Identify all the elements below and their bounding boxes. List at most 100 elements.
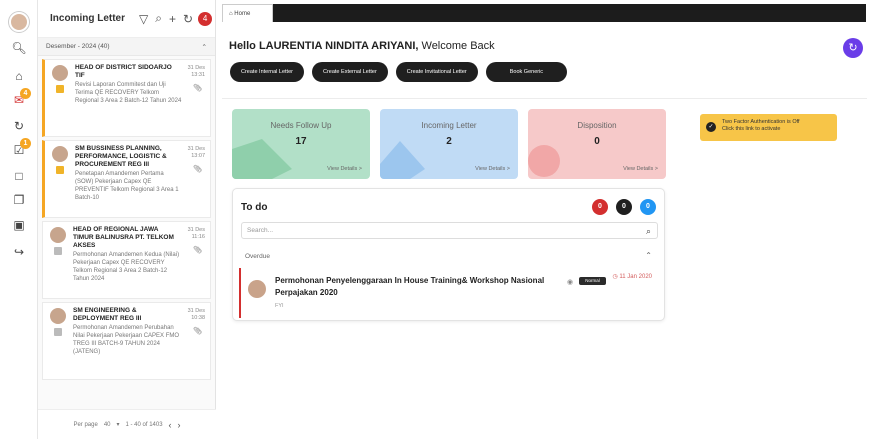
dropdown-icon[interactable]: ▾ [117, 421, 120, 428]
attachment-icon: 📎︎ [193, 85, 202, 92]
letter-icon [56, 85, 64, 93]
next-page-icon[interactable]: › [178, 420, 181, 430]
todo-counters: 0 0 0 [592, 199, 656, 215]
chevron-up-icon[interactable]: ⌃ [645, 251, 652, 260]
archive-icon[interactable]: ▣ [11, 217, 27, 233]
todo-row-title: Permohonan Penyelenggaraan In House Trai… [275, 276, 545, 297]
list-title: Incoming Letter [50, 13, 126, 24]
letter-date: 31 Des 10:38 [187, 308, 205, 321]
letter-date: 31 Des 13:31 [187, 65, 205, 78]
avatar [248, 280, 266, 298]
period-label: Desember - 2024 (40) [46, 43, 110, 50]
avatar [50, 308, 66, 324]
chevron-up-icon: ⌃ [201, 43, 207, 51]
two-factor-alert[interactable]: ✓ Two Factor Authentication is Off Click… [700, 114, 837, 141]
card-title: Disposition [577, 121, 617, 130]
pending-count-badge[interactable]: 0 [616, 199, 632, 215]
avatar [52, 65, 68, 81]
list-item[interactable]: SM ENGINEERING & DEPLOYMENT REG III Perm… [42, 302, 211, 380]
search-icon[interactable]: ⌕ [646, 223, 651, 239]
letter-subject: Penetapan Amandemen Pertama (SOW) Pekerj… [75, 171, 179, 201]
tab-home-label: Home [234, 11, 251, 17]
letter-date: 31 Des 13:07 [187, 146, 205, 159]
tab-home[interactable]: ⌂ Home [222, 4, 273, 22]
period-filter[interactable]: Desember - 2024 (40) ⌃ [38, 38, 215, 56]
tab-strip [273, 4, 866, 22]
letter-subject: Permohonan Amandemen Perubahan Nilai Pek… [73, 325, 180, 355]
todo-title: To do [241, 202, 268, 213]
view-details-link[interactable]: View Details > [327, 166, 362, 172]
user-avatar[interactable] [9, 12, 29, 32]
icon-rail: 🔍︎ ⌂ ✉ 4 ↻ ☑ 1 □ ❐ ▣ ↪ [0, 0, 38, 439]
tab-bar: ⌂ Home [216, 0, 873, 26]
todo-search-input[interactable]: Search... ⌕ [241, 222, 658, 239]
avatar [52, 146, 68, 162]
letter-icon [56, 166, 64, 174]
view-details-link[interactable]: View Details > [475, 166, 510, 172]
list-item[interactable]: HEAD OF DISTRICT SIDOARJO TIF Revisi Lap… [42, 59, 211, 137]
per-page-label: Per page [73, 421, 98, 428]
card-value: 0 [594, 136, 600, 147]
list-item[interactable]: SM BUSSINESS PLANNING, PERFORMANCE, LOGI… [42, 140, 211, 218]
page-range: 1 - 40 of 1403 [125, 421, 163, 428]
clock-icon: ◷ [612, 274, 618, 280]
view-details-link[interactable]: View Details > [623, 166, 658, 172]
todo-row[interactable]: Permohonan Penyelenggaraan In House Trai… [239, 268, 660, 318]
overdue-count-badge[interactable]: 0 [592, 199, 608, 215]
create-external-letter-button[interactable]: Create External Letter [311, 62, 388, 82]
letter-icon [54, 328, 62, 336]
two-factor-text: Two Factor Authentication is Off [722, 119, 800, 125]
search-icon[interactable]: ⌕ [155, 11, 162, 26]
avatar [50, 227, 66, 243]
card-value: 2 [446, 136, 452, 147]
sender-name: SM BUSSINESS PLANNING, PERFORMANCE, LOGI… [75, 145, 167, 168]
search-icon[interactable]: 🔍︎ [11, 40, 27, 56]
documents-icon[interactable]: ❐ [11, 192, 27, 208]
prev-page-icon[interactable]: ‹ [169, 420, 172, 430]
two-factor-link[interactable]: Click this link to activate [722, 126, 831, 133]
new-count-badge[interactable]: 0 [640, 199, 656, 215]
card-title: Needs Follow Up [270, 121, 332, 130]
attachment-icon: 📎︎ [193, 247, 202, 254]
folder-icon[interactable]: □ [11, 168, 27, 184]
refresh-icon[interactable]: ↻ [11, 118, 27, 134]
letter-subject: Permohonan Amandemen Kedua (Nilai) Peker… [73, 252, 180, 282]
disposition-card[interactable]: Disposition 0 View Details > [528, 109, 666, 179]
sender-name: HEAD OF DISTRICT SIDOARJO TIF [75, 64, 172, 79]
pagination: Per page 40 ▾ 1 - 40 of 1403 ‹ › [38, 409, 216, 439]
incoming-letter-card[interactable]: Incoming Letter 2 View Details > [380, 109, 518, 179]
per-page-select[interactable]: 40 [104, 422, 111, 428]
card-value: 17 [295, 136, 307, 147]
refresh-icon[interactable]: ↻ [183, 12, 193, 26]
book-generic-button[interactable]: Book Generic [485, 62, 568, 82]
create-internal-letter-button[interactable]: Create Internal Letter [230, 62, 304, 82]
greeting: Hello LAURENTIA NINDITA ARIYANI, Welcome… [229, 40, 495, 52]
logout-icon[interactable]: ↪ [11, 244, 27, 260]
unread-badge: 4 [198, 11, 213, 26]
due-date-text: 11 Jan 2020 [619, 274, 652, 280]
mail-badge: 4 [20, 88, 31, 99]
dashboard: Hello LAURENTIA NINDITA ARIYANI, Welcome… [216, 26, 873, 439]
attachment-icon: 📎︎ [193, 166, 202, 173]
needs-follow-up-card[interactable]: Needs Follow Up 17 View Details > [232, 109, 370, 179]
sender-name: SM ENGINEERING & DEPLOYMENT REG III [73, 307, 142, 322]
home-icon[interactable]: ⌂ [11, 68, 27, 84]
add-icon[interactable]: + [169, 12, 176, 26]
filter-icon[interactable]: ▽ [139, 12, 148, 26]
list-header: Incoming Letter ▽ ⌕ + ↻ 4 [38, 0, 215, 38]
home-icon: ⌂ [229, 11, 233, 17]
action-icon[interactable]: ↻ [843, 38, 863, 58]
card-title: Incoming Letter [421, 121, 477, 130]
due-date: ◷ 11 Jan 2020 [612, 273, 652, 282]
attachment-icon: 📎︎ [193, 328, 202, 335]
create-invitational-letter-button[interactable]: Create Invitational Letter [395, 62, 478, 82]
checklist-badge: 1 [20, 138, 31, 149]
letter-subject: Revisi Laporan Commitest dan Uji Terima … [75, 82, 182, 104]
todo-row-sub: FYI [275, 303, 284, 309]
divider [222, 98, 867, 99]
list-item[interactable]: HEAD OF REGIONAL JAWA TIMUR BALINUSRA PT… [42, 221, 211, 299]
quick-actions: Create Internal Letter Create External L… [230, 62, 568, 82]
greeting-text: Welcome Back [418, 40, 495, 52]
sender-name: HEAD OF REGIONAL JAWA TIMUR BALINUSRA PT… [73, 226, 174, 249]
priority-badge: Normal [579, 277, 606, 285]
